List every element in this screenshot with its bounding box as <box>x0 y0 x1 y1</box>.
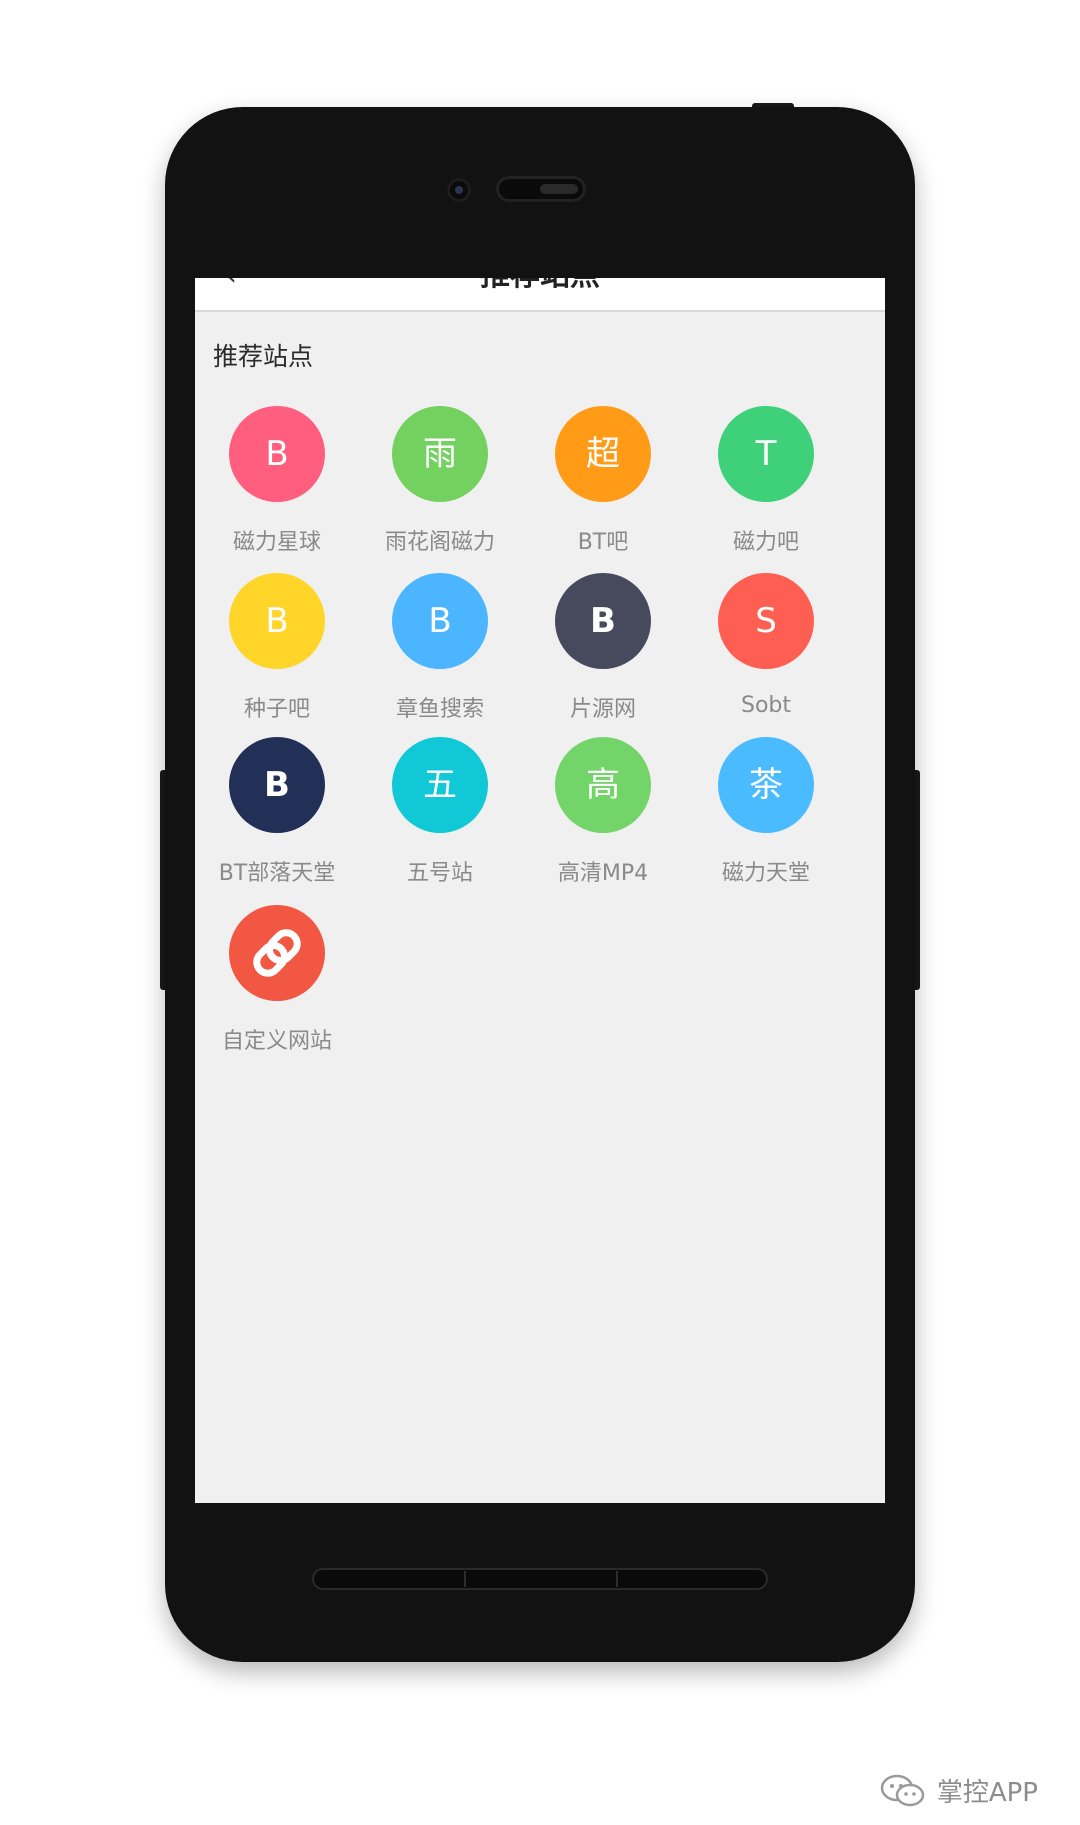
site-item[interactable]: 雨 雨花阁磁力 <box>358 406 522 566</box>
site-label: 自定义网站 <box>221 1029 332 1054</box>
section-title: 推荐站点 <box>213 342 314 371</box>
page-title: 推荐站点 <box>195 278 885 296</box>
front-camera <box>447 178 471 202</box>
home-bar-divider <box>616 1571 618 1587</box>
site-item[interactable]: B 章鱼搜索 <box>358 573 522 733</box>
site-item[interactable]: B 种子吧 <box>195 573 359 733</box>
phone-screen: ‹ 推荐站点 推荐站点 B 磁力星球 雨 雨花阁磁力 超 BT吧 T 磁力吧 <box>195 278 885 1503</box>
site-label: 片源网 <box>569 697 636 722</box>
home-bar[interactable] <box>312 1568 768 1590</box>
site-avatar-icon: 高 <box>555 737 651 833</box>
site-avatar-icon: B <box>392 573 488 669</box>
site-avatar-icon: 超 <box>555 406 651 502</box>
site-avatar-icon: B <box>229 737 325 833</box>
site-label: 五号站 <box>406 861 473 886</box>
site-label: 高清MP4 <box>557 861 649 886</box>
site-avatar-icon: B <box>555 573 651 669</box>
site-avatar-icon: B <box>229 573 325 669</box>
site-item[interactable]: 超 BT吧 <box>521 406 685 566</box>
site-label: BT部落天堂 <box>218 861 336 886</box>
site-label: BT吧 <box>577 530 629 555</box>
site-avatar-icon: T <box>718 406 814 502</box>
site-item[interactable]: B 片源网 <box>521 573 685 733</box>
site-item[interactable]: S Sobt <box>684 573 848 733</box>
site-label: 雨花阁磁力 <box>384 530 495 555</box>
site-label: 磁力吧 <box>732 530 799 555</box>
site-label: 章鱼搜索 <box>395 697 484 722</box>
wechat-icon <box>879 1773 927 1809</box>
screenshot-stage: ‹ 推荐站点 推荐站点 B 磁力星球 雨 雨花阁磁力 超 BT吧 T 磁力吧 <box>0 0 1080 1825</box>
site-avatar-icon: S <box>718 573 814 669</box>
site-item[interactable]: B 磁力星球 <box>195 406 359 566</box>
link-icon <box>229 905 325 1001</box>
earpiece-speaker <box>496 176 586 202</box>
site-item[interactable]: 茶 磁力天堂 <box>684 737 848 897</box>
site-avatar-icon: 茶 <box>718 737 814 833</box>
site-item[interactable]: 高 高清MP4 <box>521 737 685 897</box>
watermark: 掌控APP <box>879 1772 1038 1809</box>
site-label: Sobt <box>740 693 791 718</box>
app-bar: ‹ 推荐站点 <box>195 278 885 312</box>
site-avatar-icon: 雨 <box>392 406 488 502</box>
home-bar-divider <box>464 1571 466 1587</box>
site-item-custom[interactable]: 自定义网站 <box>195 905 359 1065</box>
site-item[interactable]: B BT部落天堂 <box>195 737 359 897</box>
site-label: 磁力天堂 <box>721 861 810 886</box>
site-label: 磁力星球 <box>232 530 321 555</box>
site-label: 种子吧 <box>243 697 310 722</box>
site-item[interactable]: 五 五号站 <box>358 737 522 897</box>
site-item[interactable]: T 磁力吧 <box>684 406 848 566</box>
site-avatar-icon: 五 <box>392 737 488 833</box>
watermark-text: 掌控APP <box>936 1778 1038 1808</box>
site-avatar-icon: B <box>229 406 325 502</box>
